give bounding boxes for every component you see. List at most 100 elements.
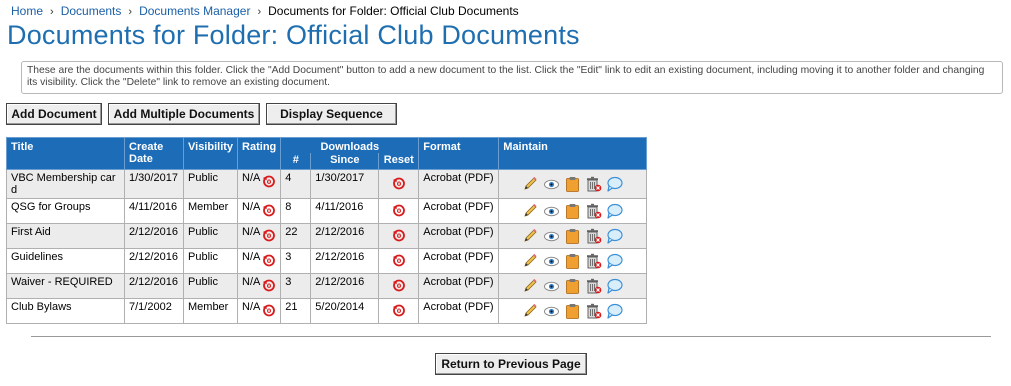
cell-title: Club Bylaws	[6, 298, 125, 324]
svg-text:0: 0	[267, 178, 272, 186]
reset-rating-icon[interactable]: 0	[262, 228, 276, 245]
eye-icon[interactable]	[543, 253, 560, 269]
svg-text:0: 0	[397, 282, 402, 290]
cell-since: 2/12/2016	[310, 223, 380, 249]
cell-visibility: Member	[182, 198, 239, 224]
header-title: Title	[6, 137, 125, 170]
trash-icon[interactable]	[585, 203, 602, 219]
trash-icon[interactable]	[585, 176, 602, 192]
pencil-icon[interactable]	[522, 253, 539, 269]
cell-rating: N/A 0	[237, 169, 282, 199]
trash-icon[interactable]	[585, 278, 602, 294]
trash-icon[interactable]	[585, 228, 602, 244]
table-row: Waiver - REQUIRED 2/12/2016 Public N/A 0 3 2/1…	[6, 273, 648, 299]
eye-icon[interactable]	[543, 176, 560, 192]
add-multiple-documents-button[interactable]: Add Multiple Documents	[108, 103, 260, 125]
display-sequence-button[interactable]: Display Sequence	[266, 103, 397, 125]
header-format: Format	[418, 137, 500, 170]
reset-rating-icon[interactable]: 0	[262, 174, 276, 191]
speech-bubble-icon[interactable]	[606, 253, 623, 269]
cell-since: 2/12/2016	[310, 248, 380, 274]
pencil-icon[interactable]	[522, 203, 539, 219]
cell-visibility: Public	[182, 223, 239, 249]
speech-bubble-icon[interactable]	[606, 203, 623, 219]
clipboard-icon[interactable]	[564, 303, 581, 319]
cell-create-date: 1/30/2017	[124, 169, 184, 199]
chevron-right-icon: ›	[50, 6, 54, 18]
reset-rating-icon[interactable]: 0	[262, 278, 276, 295]
cell-create-date: 2/12/2016	[124, 248, 184, 274]
eye-icon[interactable]	[543, 303, 560, 319]
header-since: Since	[310, 153, 380, 170]
clipboard-icon[interactable]	[564, 203, 581, 219]
pencil-icon[interactable]	[522, 176, 539, 192]
speech-bubble-icon[interactable]	[606, 228, 623, 244]
cell-since: 2/12/2016	[310, 273, 380, 299]
breadcrumb-home[interactable]: Home	[11, 4, 43, 18]
clipboard-icon[interactable]	[564, 228, 581, 244]
return-to-previous-page-button[interactable]: Return to Previous Page	[435, 353, 587, 375]
reset-downloads-icon[interactable]: 0	[392, 229, 406, 245]
breadcrumb-current: Documents for Folder: Official Club Docu…	[268, 4, 519, 18]
cell-rating: N/A 0	[237, 298, 282, 324]
svg-text:0: 0	[397, 207, 402, 215]
reset-rating-icon[interactable]: 0	[262, 253, 276, 270]
header-download-count: #	[280, 153, 312, 170]
breadcrumb-documents[interactable]: Documents	[61, 4, 122, 18]
reset-downloads-icon[interactable]: 0	[392, 254, 406, 270]
breadcrumb: Home › Documents › Documents Manager › Documen…	[11, 4, 519, 18]
cell-title: First Aid	[6, 223, 125, 249]
divider	[31, 336, 991, 337]
trash-icon[interactable]	[585, 253, 602, 269]
trash-icon[interactable]	[585, 303, 602, 319]
reset-downloads-icon[interactable]: 0	[392, 279, 406, 295]
cell-create-date: 4/11/2016	[124, 198, 184, 224]
cell-title: VBC Membership car d	[6, 169, 125, 199]
cell-rating: N/A 0	[237, 198, 282, 224]
breadcrumb-documents-manager[interactable]: Documents Manager	[139, 4, 250, 18]
cell-rating: N/A 0	[237, 273, 282, 299]
add-document-button[interactable]: Add Document	[6, 103, 102, 125]
cell-format: Acrobat (PDF)	[418, 273, 500, 299]
pencil-icon[interactable]	[522, 228, 539, 244]
clipboard-icon[interactable]	[564, 253, 581, 269]
reset-rating-icon[interactable]: 0	[262, 203, 276, 220]
reset-rating-icon[interactable]: 0	[262, 303, 276, 320]
speech-bubble-icon[interactable]	[606, 278, 623, 294]
documents-table: Title Create Date Visibility Rating Downl…	[6, 137, 648, 324]
pencil-icon[interactable]	[522, 278, 539, 294]
cell-visibility: Public	[182, 273, 239, 299]
svg-text:0: 0	[267, 307, 272, 315]
table-row: First Aid 2/12/2016 Public N/A 0 22 2/12/2016 0…	[6, 223, 648, 249]
header-downloads: Downloads	[280, 137, 420, 153]
reset-downloads-icon[interactable]: 0	[392, 204, 406, 220]
cell-since: 5/20/2014	[310, 298, 380, 324]
table-header-row: Title Create Date Visibility Rating Downl…	[6, 137, 648, 170]
reset-downloads-icon[interactable]: 0	[392, 177, 406, 193]
eye-icon[interactable]	[543, 203, 560, 219]
clipboard-icon[interactable]	[564, 176, 581, 192]
cell-reset: 0	[378, 169, 420, 199]
clipboard-icon[interactable]	[564, 278, 581, 294]
cell-download-count: 4	[280, 169, 312, 199]
svg-text:0: 0	[397, 307, 402, 315]
cell-download-count: 21	[280, 298, 312, 324]
cell-maintain	[498, 169, 648, 199]
cell-rating: N/A 0	[237, 223, 282, 249]
cell-create-date: 2/12/2016	[124, 273, 184, 299]
pencil-icon[interactable]	[522, 303, 539, 319]
cell-rating: N/A 0	[237, 248, 282, 274]
eye-icon[interactable]	[543, 278, 560, 294]
cell-format: Acrobat (PDF)	[418, 198, 500, 224]
page-title: Documents for Folder: Official Club Docu…	[7, 20, 580, 50]
svg-text:0: 0	[267, 207, 272, 215]
table-row: VBC Membership car d 1/30/2017 Public N/A 0 4…	[6, 169, 648, 199]
speech-bubble-icon[interactable]	[606, 303, 623, 319]
reset-downloads-icon[interactable]: 0	[392, 304, 406, 320]
header-create-date: Create Date	[124, 137, 184, 170]
table-row: Guidelines 2/12/2016 Public N/A 0 3 2/12/2016 0…	[6, 248, 648, 274]
header-visibility: Visibility	[182, 137, 239, 170]
eye-icon[interactable]	[543, 228, 560, 244]
cell-title: Guidelines	[6, 248, 125, 274]
speech-bubble-icon[interactable]	[606, 176, 623, 192]
